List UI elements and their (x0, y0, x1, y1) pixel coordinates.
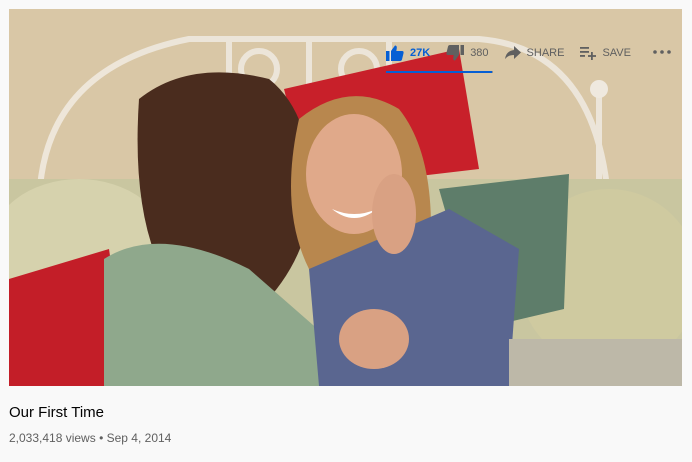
like-count: 27K (410, 47, 431, 59)
thumbs-down-icon (446, 45, 465, 61)
video-watch-page: Our First Time 2,033,418 views • Sep 4, … (0, 0, 692, 462)
video-meta: 2,033,418 views • Sep 4, 2014 (9, 431, 171, 445)
save-label: SAVE (602, 47, 631, 59)
sentiment-bar-likes (386, 71, 492, 73)
share-button[interactable]: SHARE (504, 46, 565, 60)
meta-separator: • (99, 431, 104, 445)
add-to-playlist-icon (580, 47, 597, 60)
sentiment-bar-dislikes (492, 71, 493, 73)
upload-date: Sep 4, 2014 (106, 431, 172, 445)
dislike-button[interactable]: 380 (446, 45, 489, 61)
share-label: SHARE (526, 47, 565, 59)
more-horizontal-icon (653, 50, 671, 54)
dislike-count: 380 (470, 47, 489, 59)
like-button[interactable]: 27K (386, 45, 430, 61)
view-count: 2,033,418 views (9, 431, 96, 445)
video-actions: 27K 380 SHARE SAVE (386, 40, 647, 66)
video-info: Our First Time 2,033,418 views • Sep 4, … (9, 386, 682, 462)
more-actions-button[interactable] (652, 44, 672, 60)
thumbs-up-icon (386, 45, 404, 61)
video-title: Our First Time (9, 404, 105, 421)
share-arrow-icon (504, 46, 521, 59)
save-button[interactable]: SAVE (580, 46, 631, 60)
